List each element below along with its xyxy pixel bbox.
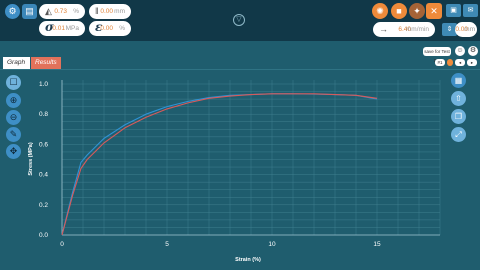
prev-page-button[interactable]: ◂ xyxy=(455,59,465,66)
position-readout: 0.00 mm xyxy=(455,22,477,37)
tools-icon[interactable]: ✕ xyxy=(426,3,442,19)
save-test-button[interactable]: save for Test DO xyxy=(423,47,451,63)
ruler-icon: ‖ xyxy=(95,6,99,16)
strain-readout: ε 0.00 % xyxy=(89,20,131,36)
pencil-icon[interactable]: ✎ xyxy=(6,127,21,142)
pan-icon[interactable]: ☐ xyxy=(6,75,21,90)
person-icon[interactable]: ☺ xyxy=(455,46,465,56)
mail-icon[interactable]: ✉ xyxy=(463,4,478,17)
stress-readout: σ 0.01 MPa xyxy=(39,20,85,36)
settings-small-icon[interactable]: ⚙ xyxy=(468,46,478,56)
page-marker xyxy=(447,59,453,66)
export-icon[interactable]: ⇧ xyxy=(451,91,466,106)
logo-icon: ▽ xyxy=(233,14,245,26)
home-icon[interactable]: ⚙ xyxy=(5,4,20,19)
arrow-icon: → xyxy=(379,24,388,34)
file-icon[interactable]: ▤ xyxy=(22,4,37,19)
target-icon[interactable]: ✦ xyxy=(409,3,425,19)
tab-graph[interactable]: Graph xyxy=(3,57,30,69)
zoom-in-icon[interactable]: ⊕ xyxy=(6,93,21,108)
load-readout: ◭ 0.73 % xyxy=(39,4,85,19)
display-icon[interactable]: ▣ xyxy=(446,4,461,17)
displacement-readout: ‖ 0.00 mm xyxy=(89,4,131,19)
graph-panel xyxy=(0,69,480,270)
next-page-button[interactable]: ▸ xyxy=(467,59,477,66)
tab-results[interactable]: Results xyxy=(31,57,61,69)
fit-icon[interactable]: ⤢ xyxy=(451,127,466,142)
speed-readout: → 6.40 mm/min xyxy=(373,22,435,37)
move-icon[interactable]: ✥ xyxy=(6,144,21,159)
gear-icon[interactable]: ✺ xyxy=(372,3,388,19)
table-icon[interactable]: ▦ xyxy=(451,73,466,88)
page-number[interactable]: #1 xyxy=(435,59,445,66)
load-icon: ◭ xyxy=(45,6,52,16)
top-toolbar: ⚙ ▤ ◭ 0.73 % ‖ 0.00 mm σ 0.01 MPa ε 0.00… xyxy=(0,0,480,41)
zoom-out-icon[interactable]: ⊖ xyxy=(6,110,21,125)
copy-icon[interactable]: ❐ xyxy=(451,109,466,124)
stop-icon[interactable]: ■ xyxy=(391,3,407,19)
